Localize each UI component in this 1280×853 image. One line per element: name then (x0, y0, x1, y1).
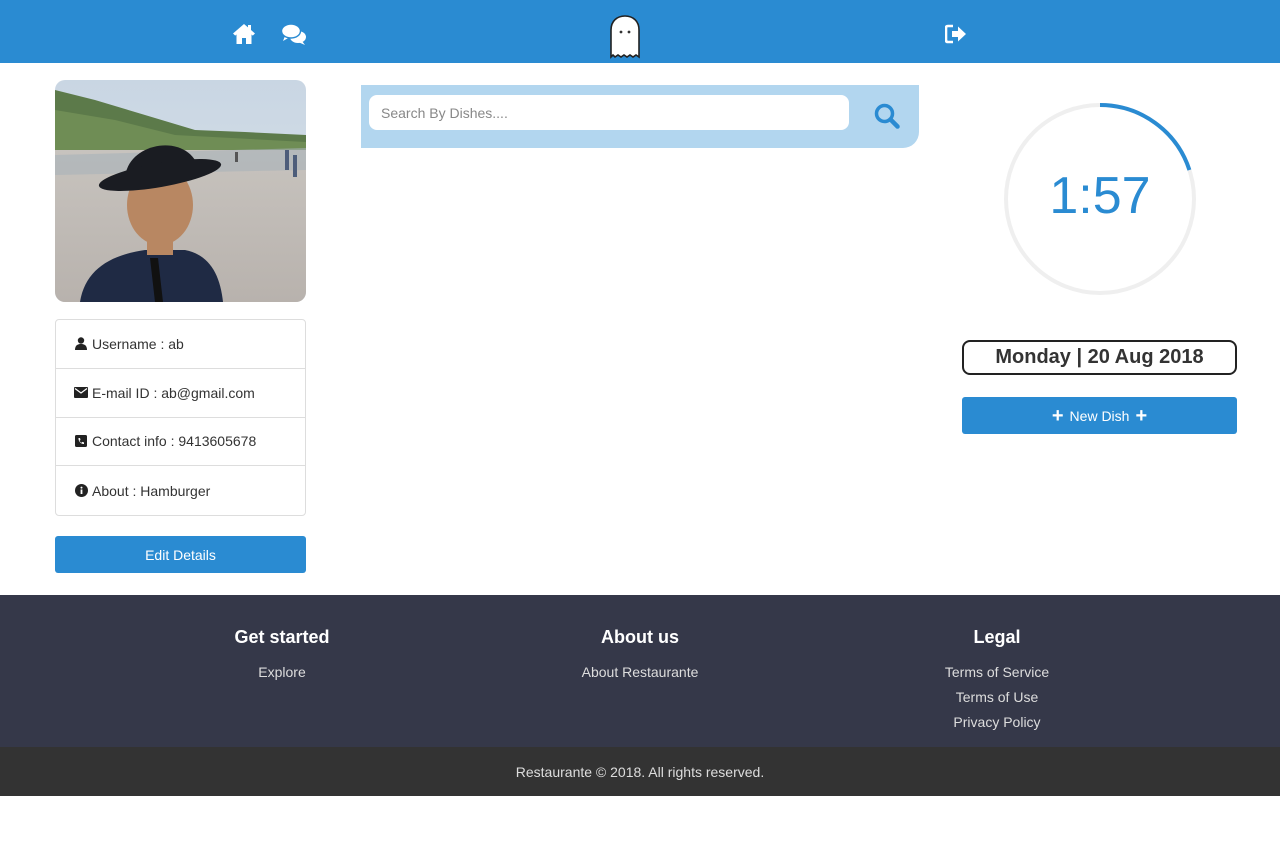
footer-column-legal: Legal Terms of Service Terms of Use Priv… (877, 595, 1117, 739)
footer-link-terms-of-service[interactable]: Terms of Service (877, 664, 1117, 689)
timer-progress-arc (1099, 103, 1192, 171)
top-navbar (0, 0, 1280, 63)
info-circle-icon (74, 484, 88, 498)
ghost-icon[interactable] (608, 14, 642, 60)
search-icon[interactable] (872, 101, 902, 131)
email-text: E-mail ID : ab@gmail.com (92, 384, 255, 401)
email-item: E-mail ID : ab@gmail.com (56, 369, 305, 418)
footer-heading: Legal (973, 627, 1021, 647)
phone-square-icon (74, 434, 88, 448)
plus-icon: + (1051, 404, 1064, 427)
plus-icon: + (1135, 404, 1148, 427)
profile-photo (55, 80, 306, 302)
footer: Get started Explore About us About Resta… (0, 595, 1280, 747)
search-input[interactable] (369, 95, 849, 130)
footer-link-explore[interactable]: Explore (162, 664, 402, 689)
username-item: Username : ab (56, 320, 305, 369)
user-icon (74, 337, 88, 351)
contact-text: Contact info : 9413605678 (92, 433, 257, 450)
footer-heading: Get started (234, 627, 330, 647)
new-dish-button[interactable]: + New Dish + (962, 397, 1237, 434)
sign-out-icon[interactable] (944, 23, 968, 45)
comments-icon[interactable] (280, 21, 308, 47)
footer-column-about-us: About us About Restaurante (520, 595, 760, 689)
profile-info-list: Username : ab E-mail ID : ab@gmail.com C… (55, 319, 306, 516)
footer-link-about-restaurante[interactable]: About Restaurante (520, 664, 760, 689)
copyright: Restaurante © 2018. All rights reserved. (0, 747, 1280, 796)
timer-value: 1:57 (1049, 167, 1151, 225)
footer-heading: About us (601, 627, 679, 647)
home-icon[interactable] (231, 21, 257, 47)
edit-details-button[interactable]: Edit Details (55, 536, 306, 573)
countdown-timer: 1:57 (1003, 84, 1197, 314)
envelope-icon (74, 386, 88, 400)
footer-link-terms-of-use[interactable]: Terms of Use (877, 689, 1117, 714)
footer-column-get-started: Get started Explore (162, 595, 402, 689)
about-item: About : Hamburger (56, 466, 305, 515)
current-date: Monday | 20 Aug 2018 (962, 340, 1237, 375)
about-text: About : Hamburger (92, 482, 211, 499)
footer-link-privacy-policy[interactable]: Privacy Policy (877, 714, 1117, 739)
username-text: Username : ab (92, 335, 184, 352)
new-dish-label: New Dish (1069, 407, 1130, 424)
contact-item: Contact info : 9413605678 (56, 418, 305, 467)
search-bar (361, 85, 919, 148)
